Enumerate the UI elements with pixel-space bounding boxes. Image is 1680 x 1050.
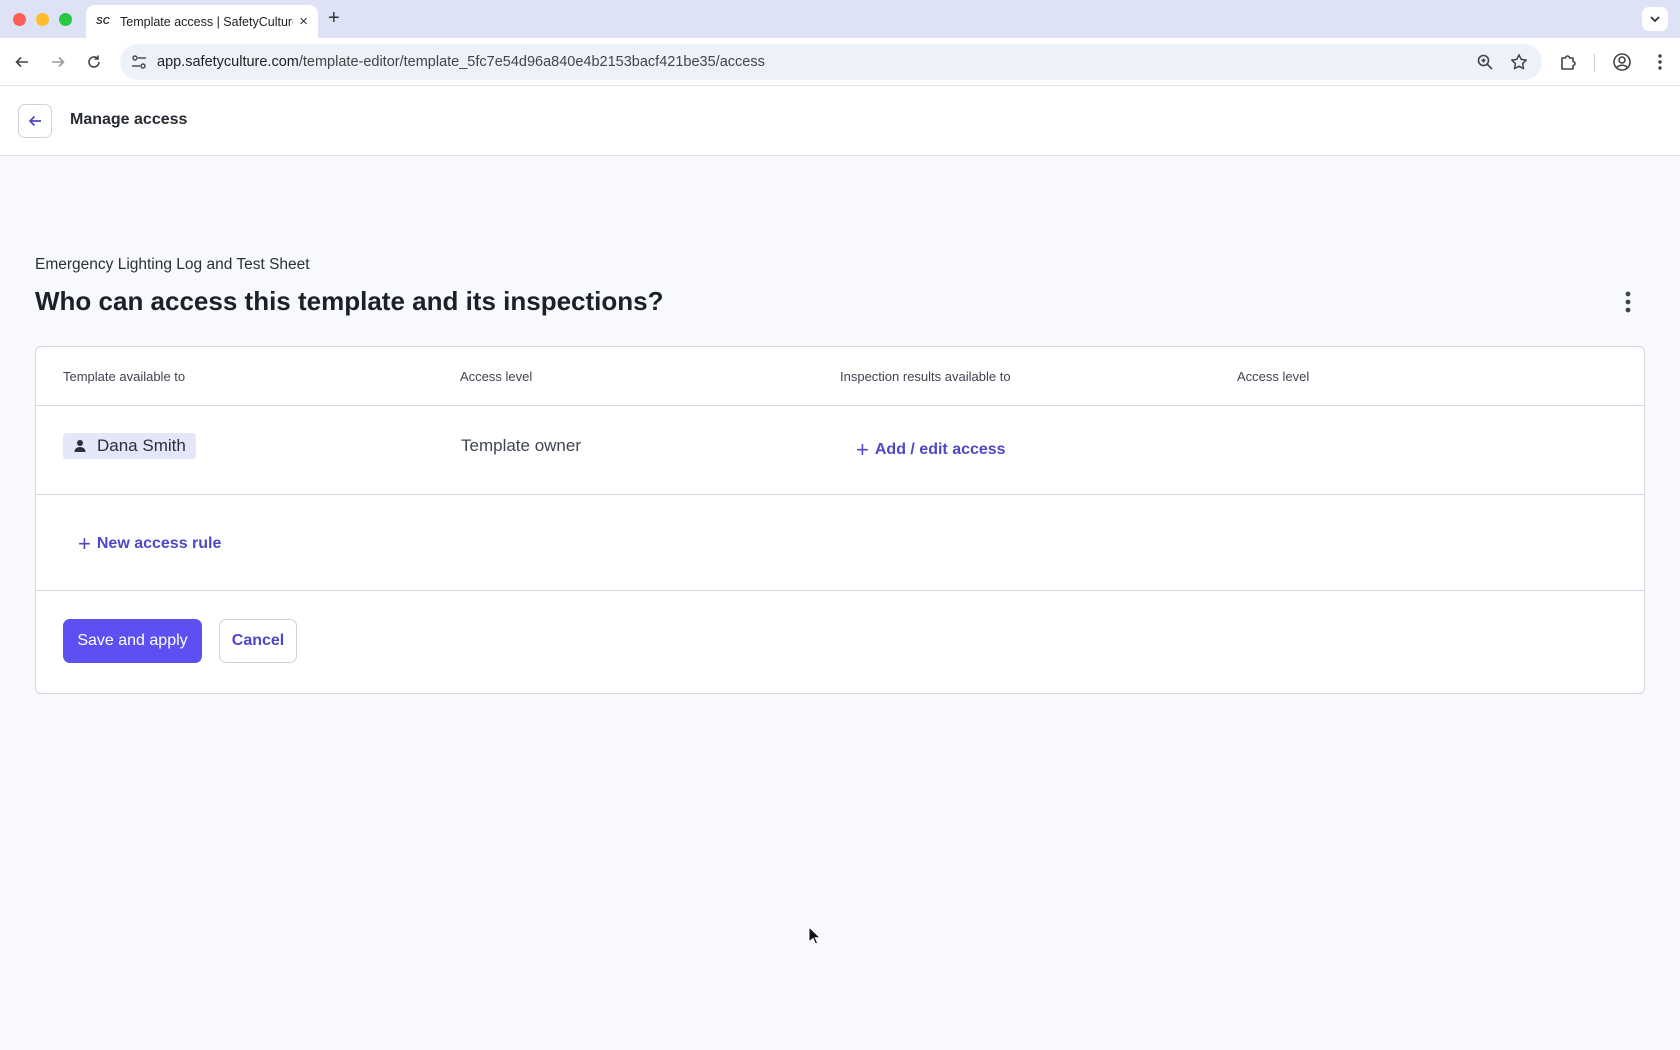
arrow-left-icon xyxy=(15,56,28,68)
column-header-template-available: Template available to xyxy=(63,369,186,384)
extensions-puzzle-icon[interactable] xyxy=(1558,52,1578,77)
tab-close-icon[interactable]: × xyxy=(299,13,308,30)
save-and-apply-button[interactable]: Save and apply xyxy=(63,619,202,663)
reload-button[interactable] xyxy=(84,52,104,72)
column-header-inspection-access-level: Access level xyxy=(1237,369,1310,384)
arrow-right-icon xyxy=(52,56,65,68)
tab-search-button[interactable] xyxy=(1642,7,1668,31)
row-divider xyxy=(36,590,1644,591)
browser-tab-active[interactable]: SC Template access | SafetyCulture × xyxy=(86,5,318,38)
new-tab-button[interactable]: + xyxy=(328,7,340,30)
access-rules-card: Template available to Access level Inspe… xyxy=(35,346,1645,694)
cancel-button[interactable]: Cancel xyxy=(219,619,297,663)
profile-avatar-icon[interactable] xyxy=(1612,52,1632,77)
template-name: Emergency Lighting Log and Test Sheet xyxy=(35,256,310,273)
row-divider xyxy=(36,494,1644,495)
page-title: Manage access xyxy=(70,111,188,128)
column-header-access-level: Access level xyxy=(460,369,533,384)
kebab-menu-icon xyxy=(1625,291,1631,313)
new-access-rule-label: New access rule xyxy=(96,535,222,552)
url-text: app.safetyculture.com/template-editor/te… xyxy=(157,54,765,70)
reload-icon xyxy=(88,55,100,68)
toolbar-separator xyxy=(1594,54,1595,72)
more-options-button[interactable] xyxy=(1618,287,1638,317)
minimize-window-button[interactable] xyxy=(36,13,49,26)
url-path: /template-editor/template_5fc7e54d96a840… xyxy=(298,54,765,70)
back-button[interactable] xyxy=(18,104,52,138)
forward-nav-button[interactable] xyxy=(48,52,68,72)
bookmark-star-icon[interactable] xyxy=(1510,53,1528,76)
zoom-icon[interactable] xyxy=(1476,53,1494,76)
chevron-down-icon xyxy=(1650,16,1660,23)
mouse-cursor-icon xyxy=(808,926,822,945)
maximize-window-button[interactable] xyxy=(59,13,72,26)
close-window-button[interactable] xyxy=(13,13,26,26)
browser-tabstrip: SC Template access | SafetyCulture × + xyxy=(0,0,1680,38)
user-name: Dana Smith xyxy=(97,436,186,455)
user-chip[interactable]: Dana Smith xyxy=(63,433,196,459)
url-host: app.safetyculture.com xyxy=(157,54,299,70)
back-nav-button[interactable] xyxy=(12,52,32,72)
new-access-rule-button[interactable]: + New access rule xyxy=(78,533,221,555)
browser-toolbar: app.safetyculture.com/template-editor/te… xyxy=(0,38,1680,86)
plus-icon: + xyxy=(78,531,91,556)
add-edit-access-button[interactable]: + Add / edit access xyxy=(856,439,1006,461)
access-level-value: Template owner xyxy=(461,436,582,455)
arrow-left-icon xyxy=(28,115,41,127)
person-icon xyxy=(74,440,86,452)
row-divider xyxy=(36,405,1644,406)
add-edit-access-label: Add / edit access xyxy=(874,441,1006,458)
page-heading: Who can access this template and its ins… xyxy=(35,286,664,316)
browser-menu-kebab-icon[interactable] xyxy=(1650,52,1670,77)
tab-title: Template access | SafetyCulture xyxy=(120,14,294,29)
column-header-inspection-results: Inspection results available to xyxy=(840,369,1011,384)
app-header: Manage access xyxy=(0,86,1680,156)
site-info-icon[interactable] xyxy=(130,53,148,76)
safetyculture-favicon-icon: SC xyxy=(96,16,110,27)
plus-icon: + xyxy=(856,437,869,462)
address-bar[interactable]: app.safetyculture.com/template-editor/te… xyxy=(120,44,1542,80)
